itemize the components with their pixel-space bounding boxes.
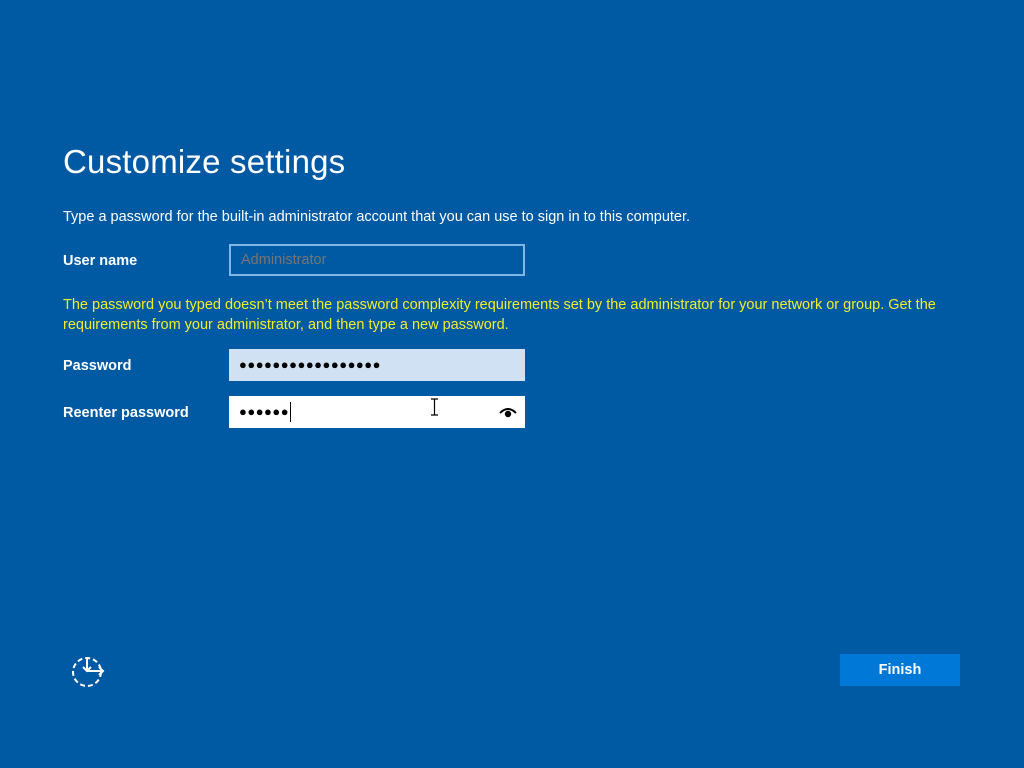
ibeam-cursor-icon — [431, 398, 438, 416]
finish-button[interactable]: Finish — [840, 654, 960, 686]
password-masked-value: ●●●●●●●●●●●●●●●●● — [239, 357, 381, 372]
reenter-password-label: Reenter password — [63, 405, 189, 421]
text-caret — [290, 402, 292, 423]
reenter-password-field[interactable]: ●●●●●● — [229, 396, 525, 428]
reenter-password-masked-value: ●●●●●● — [239, 404, 290, 419]
page-title: Customize settings — [63, 143, 346, 180]
password-label: Password — [63, 358, 132, 374]
instructions-text: Type a password for the built-in adminis… — [63, 209, 691, 225]
username-field[interactable] — [229, 244, 525, 276]
reveal-password-eye-icon[interactable] — [499, 405, 517, 419]
ease-of-access-icon[interactable] — [70, 654, 106, 688]
password-error-message: The password you typed doesn’t meet the … — [63, 297, 936, 333]
password-field[interactable]: ●●●●●●●●●●●●●●●●● — [229, 349, 525, 381]
username-label: User name — [63, 253, 138, 269]
